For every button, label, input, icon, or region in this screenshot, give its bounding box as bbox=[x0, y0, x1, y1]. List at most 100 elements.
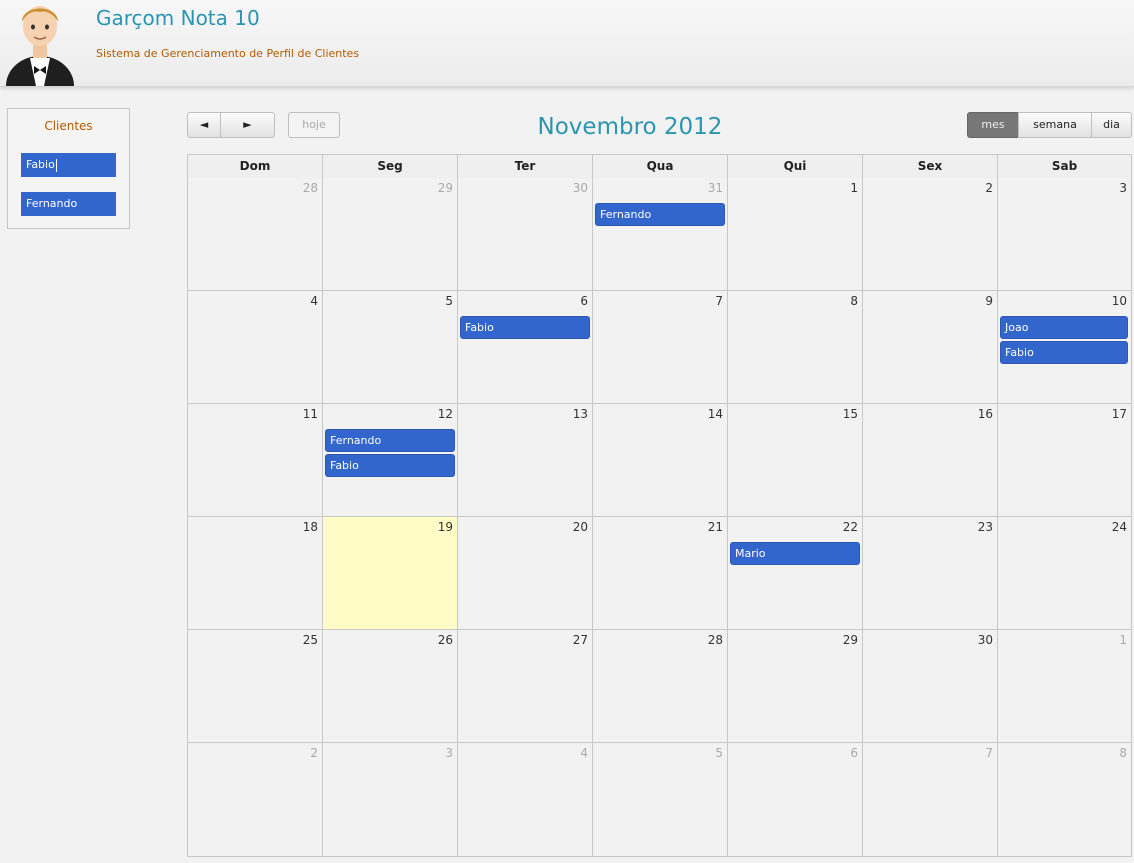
day-cell[interactable]: 23 bbox=[863, 517, 998, 630]
day-cell[interactable]: 26 bbox=[323, 630, 458, 743]
day-cell[interactable]: 17 bbox=[998, 404, 1131, 517]
day-cell[interactable]: 30 bbox=[863, 630, 998, 743]
day-number: 24 bbox=[1111, 520, 1127, 534]
day-cell[interactable]: 29 bbox=[323, 178, 458, 291]
client-item-fernando[interactable]: Fernando bbox=[21, 192, 116, 216]
prev-month-button[interactable]: ◄ bbox=[187, 112, 221, 138]
day-number: 26 bbox=[437, 633, 453, 647]
day-number: 10 bbox=[1111, 294, 1127, 308]
day-cell[interactable]: 6 bbox=[728, 743, 863, 856]
client-item-fabio[interactable]: Fabio bbox=[21, 153, 116, 177]
day-number: 23 bbox=[977, 520, 993, 534]
day-cell[interactable]: 13 bbox=[458, 404, 593, 517]
calendar-event[interactable]: Fabio bbox=[1000, 341, 1128, 364]
day-number: 30 bbox=[572, 181, 588, 195]
app-subtitle: Sistema de Gerenciamento de Perfil de Cl… bbox=[96, 47, 360, 60]
day-cell[interactable]: 8 bbox=[998, 743, 1131, 856]
day-cell[interactable]: 11 bbox=[188, 404, 323, 517]
weekday-header: Ter bbox=[458, 155, 593, 178]
day-cell[interactable]: 7 bbox=[863, 743, 998, 856]
day-cell[interactable]: 4 bbox=[458, 743, 593, 856]
day-cell[interactable]: 14 bbox=[593, 404, 728, 517]
day-cell[interactable]: 7 bbox=[593, 291, 728, 404]
day-cell[interactable]: 16 bbox=[863, 404, 998, 517]
calendar-event[interactable]: Fabio bbox=[325, 454, 455, 477]
calendar-event[interactable]: Fabio bbox=[460, 316, 590, 339]
arrow-right-icon: ► bbox=[243, 118, 252, 131]
weekday-header: Dom bbox=[188, 155, 323, 178]
day-cell[interactable]: 8 bbox=[728, 291, 863, 404]
app-header: Garçom Nota 10 Sistema de Gerenciamento … bbox=[0, 0, 1134, 87]
day-number: 15 bbox=[842, 407, 858, 421]
day-cell[interactable]: 21 bbox=[593, 517, 728, 630]
day-number: 8 bbox=[1119, 746, 1127, 760]
day-cell[interactable]: 30 bbox=[458, 178, 593, 291]
day-number: 17 bbox=[1111, 407, 1127, 421]
day-number: 5 bbox=[715, 746, 723, 760]
day-cell[interactable]: 15 bbox=[728, 404, 863, 517]
day-cell[interactable]: 12 Fernando Fabio bbox=[323, 404, 458, 517]
day-cell[interactable]: 29 bbox=[728, 630, 863, 743]
client-item-label: Fernando bbox=[26, 197, 78, 210]
app-title: Garçom Nota 10 bbox=[96, 6, 260, 30]
day-number: 7 bbox=[715, 294, 723, 308]
day-cell[interactable]: 20 bbox=[458, 517, 593, 630]
day-cell[interactable]: 9 bbox=[863, 291, 998, 404]
day-number: 7 bbox=[985, 746, 993, 760]
day-number: 19 bbox=[437, 520, 453, 534]
day-cell[interactable]: 27 bbox=[458, 630, 593, 743]
today-button[interactable]: hoje bbox=[288, 112, 340, 138]
day-number: 18 bbox=[302, 520, 318, 534]
day-cell[interactable]: 28 bbox=[593, 630, 728, 743]
calendar-event[interactable]: Fernando bbox=[595, 203, 725, 226]
day-cell[interactable]: 1 bbox=[728, 178, 863, 291]
day-cell[interactable]: 24 bbox=[998, 517, 1131, 630]
day-number: 30 bbox=[977, 633, 993, 647]
calendar-event[interactable]: Mario bbox=[730, 542, 860, 565]
day-cell[interactable]: 28 bbox=[188, 178, 323, 291]
day-cell[interactable]: 1 bbox=[998, 630, 1131, 743]
day-cell[interactable]: 22 Mario bbox=[728, 517, 863, 630]
day-number: 9 bbox=[985, 294, 993, 308]
day-view-button[interactable]: dia bbox=[1091, 112, 1132, 138]
day-cell[interactable]: 10 Joao Fabio bbox=[998, 291, 1131, 404]
day-cell[interactable]: 3 bbox=[323, 743, 458, 856]
calendar-event[interactable]: Joao bbox=[1000, 316, 1128, 339]
calendar-event[interactable]: Fernando bbox=[325, 429, 455, 452]
week-view-button[interactable]: semana bbox=[1018, 112, 1092, 138]
month-view-button[interactable]: mes bbox=[967, 112, 1019, 138]
client-item-label: Fabio bbox=[26, 158, 55, 171]
next-month-button[interactable]: ► bbox=[220, 112, 275, 138]
weekday-header: Sab bbox=[1051, 159, 1078, 173]
day-cell[interactable]: 19 bbox=[323, 517, 458, 630]
day-number: 31 bbox=[707, 181, 723, 195]
weekday-header-row: Dom Seg Ter Qua Qui Sex Sab bbox=[188, 155, 1131, 179]
day-number: 3 bbox=[1119, 181, 1127, 195]
clients-panel-title: Clientes bbox=[44, 119, 93, 133]
day-number: 6 bbox=[580, 294, 588, 308]
day-number: 22 bbox=[842, 520, 858, 534]
day-number: 1 bbox=[1119, 633, 1127, 647]
day-cell[interactable]: 3 bbox=[998, 178, 1131, 291]
day-number: 4 bbox=[580, 746, 588, 760]
day-number: 28 bbox=[707, 633, 723, 647]
day-cell[interactable]: 4 bbox=[188, 291, 323, 404]
day-cell[interactable]: 31 Fernando bbox=[593, 178, 728, 291]
day-cell[interactable]: 5 bbox=[593, 743, 728, 856]
day-number: 11 bbox=[302, 407, 318, 421]
day-number: 8 bbox=[850, 294, 858, 308]
day-cell[interactable]: 5 bbox=[323, 291, 458, 404]
waiter-avatar-icon bbox=[6, 0, 74, 86]
weekday-header: Qua bbox=[593, 155, 728, 178]
day-number: 6 bbox=[850, 746, 858, 760]
day-number: 2 bbox=[310, 746, 318, 760]
clients-panel: Clientes Fabio Fernando bbox=[7, 108, 130, 229]
day-number: 16 bbox=[977, 407, 993, 421]
day-cell[interactable]: 2 bbox=[188, 743, 323, 856]
day-cell[interactable]: 6 Fabio bbox=[458, 291, 593, 404]
text-caret bbox=[55, 158, 57, 172]
day-cell[interactable]: 25 bbox=[188, 630, 323, 743]
month-calendar-grid: Dom Seg Ter Qua Qui Sex Sab 28 29 30 31 Fernando 1 2… bbox=[187, 154, 1132, 857]
day-cell[interactable]: 2 bbox=[863, 178, 998, 291]
day-cell[interactable]: 18 bbox=[188, 517, 323, 630]
